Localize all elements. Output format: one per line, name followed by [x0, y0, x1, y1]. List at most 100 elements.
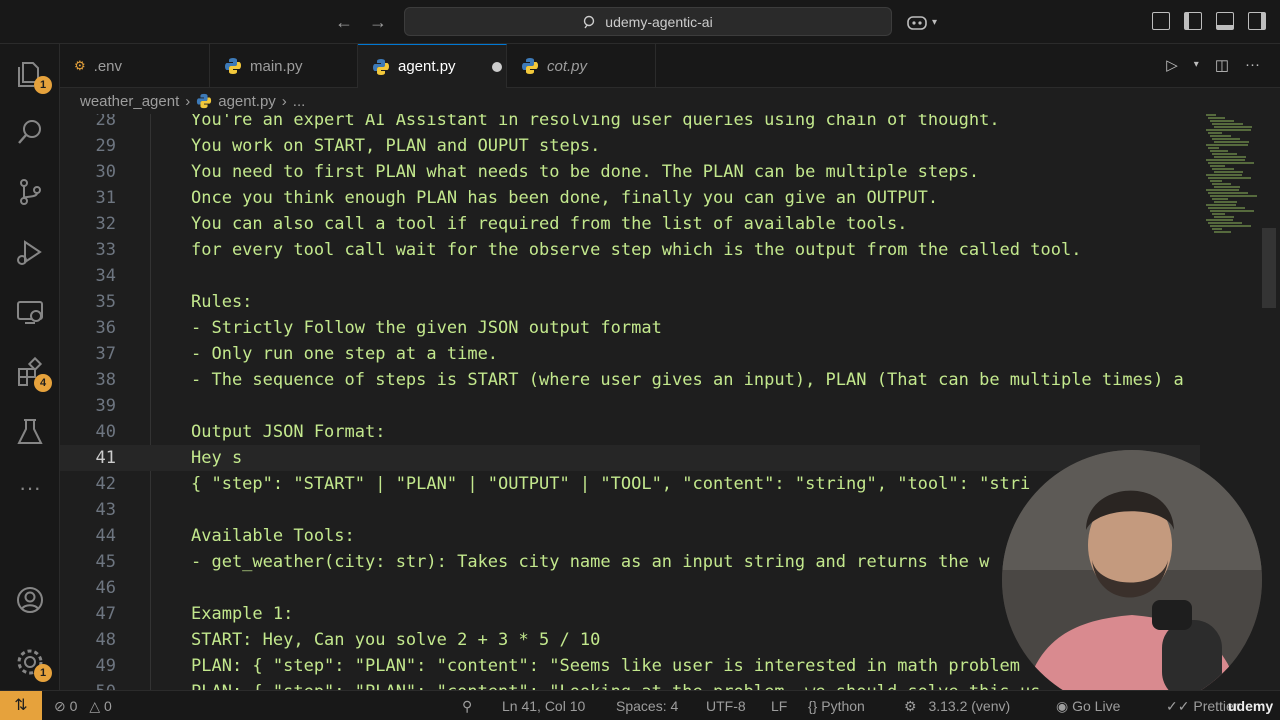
line-number: 44	[95, 526, 116, 546]
python-interpreter[interactable]: ⚙ 3.13.2 (venv)	[904, 691, 1010, 720]
code-line[interactable]: 34	[60, 263, 1200, 289]
minimap[interactable]	[1204, 114, 1260, 244]
python-file-icon	[522, 58, 538, 74]
python-file-icon	[197, 93, 212, 109]
minimap-line	[1208, 177, 1251, 179]
line-number: 31	[95, 188, 116, 208]
minimap-line	[1212, 138, 1240, 140]
status-bar: ⇅ ⊘ 0 △ 0 ⚲ Ln 41, Col 10 Spaces: 4 UTF-…	[0, 690, 1280, 720]
toggle-secondary-sidebar-icon[interactable]	[1248, 12, 1266, 30]
minimap-line	[1210, 225, 1251, 227]
breadcrumb-file[interactable]: agent.py	[218, 93, 276, 110]
minimap-line	[1208, 222, 1242, 224]
language-mode[interactable]: {} Python	[808, 691, 865, 720]
code-line[interactable]: 36 - Strictly Follow the given JSON outpu…	[60, 315, 1200, 341]
forward-arrow-icon[interactable]: →	[366, 10, 390, 34]
more-actions-icon[interactable]: ···	[1245, 56, 1260, 74]
zoom-icon[interactable]: ⚲	[462, 691, 472, 720]
chevron-down-icon: ▾	[932, 16, 938, 28]
tab-main-py[interactable]: main.py	[210, 44, 358, 88]
minimap-line	[1210, 120, 1234, 122]
error-icon: ⊘	[54, 698, 66, 714]
code-line[interactable]: 38 - The sequence of steps is START (wher…	[60, 367, 1200, 393]
code-line[interactable]: 37 - Only run one step at a time.	[60, 341, 1200, 367]
code-line[interactable]: 31 Once you think enough PLAN has been do…	[60, 185, 1200, 211]
vertical-scrollbar[interactable]	[1262, 228, 1276, 308]
copilot-menu[interactable]: ▾	[906, 10, 946, 34]
code-text: Rules:	[191, 292, 253, 312]
minimap-line	[1214, 216, 1234, 218]
tab-agent-py[interactable]: agent.py	[358, 44, 507, 88]
code-line[interactable]: 29 You work on START, PLAN and OUPUT step…	[60, 133, 1200, 159]
breadcrumb-folder[interactable]: weather_agent	[80, 93, 179, 110]
settings-badge: 1	[34, 664, 52, 682]
split-editor-icon[interactable]: ◫	[1215, 56, 1229, 74]
minimap-line	[1214, 141, 1249, 143]
remote-indicator-icon[interactable]: ⇅	[0, 691, 42, 720]
presenter-image	[1002, 450, 1262, 710]
source-control-icon[interactable]	[14, 176, 46, 208]
extensions-icon[interactable]: 4	[14, 356, 52, 392]
minimap-line	[1206, 189, 1239, 191]
customize-layout-icon[interactable]	[1152, 12, 1170, 30]
minimap-line	[1212, 183, 1231, 185]
minimap-line	[1214, 156, 1246, 158]
minimap-line	[1206, 174, 1242, 176]
code-text: Available Tools:	[191, 526, 355, 546]
title-bar: ← → udemy-agentic-ai ▾	[0, 0, 1280, 44]
code-line[interactable]: 39	[60, 393, 1200, 419]
minimap-line	[1206, 144, 1248, 146]
unsaved-dot-icon[interactable]	[491, 61, 502, 72]
tab-label: main.py	[250, 57, 303, 75]
search-icon[interactable]	[14, 116, 46, 148]
line-number: 49	[95, 656, 116, 676]
breadcrumb-more[interactable]: ...	[293, 93, 306, 110]
run-debug-icon[interactable]	[14, 236, 46, 268]
minimap-line	[1206, 159, 1245, 161]
code-line[interactable]: 28 You're an expert AI Assistant in resol…	[60, 114, 1200, 133]
toggle-primary-sidebar-icon[interactable]	[1184, 12, 1202, 30]
code-line[interactable]: 50 PLAN: { "step": "PLAN": "content": "Lo…	[60, 679, 1200, 690]
run-python-file-icon[interactable]: ▷	[1166, 56, 1178, 74]
code-text: - Only run one step at a time.	[191, 344, 499, 364]
chevron-right-icon: ›	[185, 92, 191, 110]
explorer-icon[interactable]: 1	[14, 58, 52, 94]
warning-count: 0	[103, 698, 112, 714]
manage-gear-icon[interactable]: 1	[14, 646, 52, 682]
minimap-line	[1212, 198, 1228, 200]
tab-env[interactable]: ⚙ .env	[60, 44, 210, 88]
code-line[interactable]: 41 Hey s	[60, 445, 1200, 471]
tab-cot-py[interactable]: cot.py	[507, 44, 656, 88]
testing-icon[interactable]	[14, 416, 46, 448]
tab-label: agent.py	[398, 58, 456, 75]
accounts-icon[interactable]	[14, 584, 46, 616]
line-number: 38	[95, 370, 116, 390]
cursor-position[interactable]: Ln 41, Col 10	[502, 691, 585, 720]
indentation[interactable]: Spaces: 4	[616, 691, 678, 720]
error-count: 0	[69, 698, 78, 714]
line-number: 47	[95, 604, 116, 624]
search-text: udemy-agentic-ai	[605, 13, 713, 30]
encoding[interactable]: UTF-8	[706, 691, 746, 720]
minimap-line	[1208, 192, 1248, 194]
code-line[interactable]: 33 for every tool call wait for the obser…	[60, 237, 1200, 263]
end-of-line[interactable]: LF	[771, 691, 787, 720]
toggle-panel-icon[interactable]	[1216, 12, 1234, 30]
code-line[interactable]: 30 You need to first PLAN what needs to b…	[60, 159, 1200, 185]
more-icon[interactable]: ···	[14, 476, 46, 508]
python-file-icon	[373, 58, 389, 75]
code-text: - Strictly Follow the given JSON output …	[191, 318, 662, 338]
problems-indicator[interactable]: ⊘ 0 △ 0	[54, 691, 112, 720]
code-line[interactable]: 35 Rules:	[60, 289, 1200, 315]
back-arrow-icon[interactable]: ←	[332, 10, 356, 34]
udemy-watermark: udemy	[1228, 698, 1274, 714]
code-line[interactable]: 42 { "step": "START" | "PLAN" | "OUTPUT" …	[60, 471, 1200, 497]
minimap-line	[1210, 150, 1228, 152]
code-text: - get_weather(city: str): Takes city nam…	[191, 552, 990, 572]
chevron-down-icon[interactable]: ▾	[1194, 56, 1199, 74]
code-line[interactable]: 32 You can also call a tool if required f…	[60, 211, 1200, 237]
command-center-search[interactable]: udemy-agentic-ai	[404, 7, 892, 36]
code-line[interactable]: 40 Output JSON Format:	[60, 419, 1200, 445]
go-live-button[interactable]: ◉ Go Live	[1056, 691, 1120, 720]
remote-explorer-icon[interactable]	[14, 296, 46, 328]
